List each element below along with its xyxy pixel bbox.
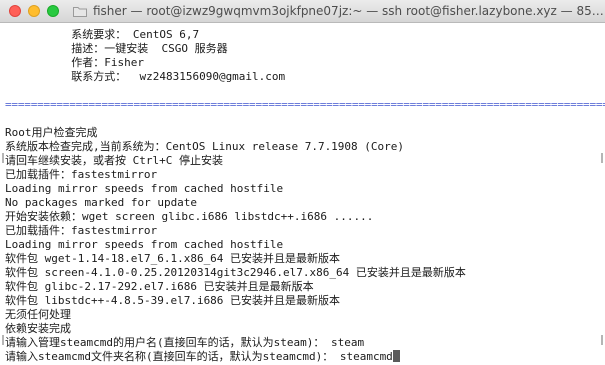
output-line: 软件包 screen-4.1.0-0.25.20120314git3c2946.… [5, 266, 466, 279]
output-line: No packages marked for update [5, 196, 198, 209]
info-line: 作者：Fisher [5, 56, 144, 69]
output-line: Loading mirror speeds from cached hostfi… [5, 182, 284, 195]
output-line: 系统版本检查完成,当前系统为：CentOS Linux release 7.7.… [5, 140, 405, 153]
prompt-text: 请输入steamcmd文件夹名称(直接回车的话，默认为steamcmd)： st… [5, 350, 393, 363]
output-line: 已加载插件：fastestmirror [5, 168, 158, 181]
mark-bracket [2, 153, 4, 163]
window-controls [9, 5, 59, 17]
output-line: 请回车继续安装，或者按 Ctrl+C 停止安装 [5, 154, 223, 167]
output-line: 依赖安装完成 [5, 322, 71, 335]
close-button[interactable] [9, 5, 21, 17]
mark-bracket [2, 335, 4, 345]
folder-icon [73, 6, 87, 17]
minimize-button[interactable] [28, 5, 40, 17]
title-bar[interactable]: fisher — root@izwz9gwqmvm3ojkfpne07jz:~ … [0, 0, 605, 23]
info-line: 系统要求： CentOS 6,7 [5, 28, 200, 41]
mark-bracket [601, 153, 603, 163]
info-line: 描述：一键安装 CSGO 服务器 [5, 42, 228, 55]
output-line: 请输入管理steamcmd的用户名(直接回车的话，默认为steam)： stea… [5, 336, 365, 349]
title-group: fisher — root@izwz9gwqmvm3ojkfpne07jz:~ … [73, 4, 604, 18]
zoom-button[interactable] [47, 5, 59, 17]
window-title: fisher — root@izwz9gwqmvm3ojkfpne07jz:~ … [93, 4, 604, 18]
terminal-window: fisher — root@izwz9gwqmvm3ojkfpne07jz:~ … [0, 0, 605, 365]
output-line: 已加载插件：fastestmirror [5, 224, 158, 237]
output-line: 软件包 glibc-2.17-292.el7.i686 已安装并且是最新版本 [5, 280, 314, 293]
info-line: 联系方式： wz2483156090@gmail.com [5, 70, 286, 83]
text-cursor [392, 350, 400, 362]
separator-line: ========================================… [5, 98, 605, 111]
output-line: Loading mirror speeds from cached hostfi… [5, 238, 284, 251]
output-line: 软件包 libstdc++-4.8.5-39.el7.i686 已安装并且是最新… [5, 294, 341, 307]
output-line: 无须任何处理 [5, 308, 71, 321]
mark-bracket [601, 335, 603, 345]
output-line: 软件包 wget-1.14-18.el7_6.1.x86_64 已安装并且是最新… [5, 252, 341, 265]
output-line: Root用户检查完成 [5, 126, 98, 139]
prompt-line[interactable]: 请输入steamcmd文件夹名称(直接回车的话，默认为steamcmd)： st… [5, 350, 605, 364]
output-line: 开始安装依赖：wget screen glibc.i686 libstdc++.… [5, 210, 374, 223]
terminal-output[interactable]: 系统要求： CentOS 6,7 描述：一键安装 CSGO 服务器 作者：Fis… [0, 23, 605, 365]
